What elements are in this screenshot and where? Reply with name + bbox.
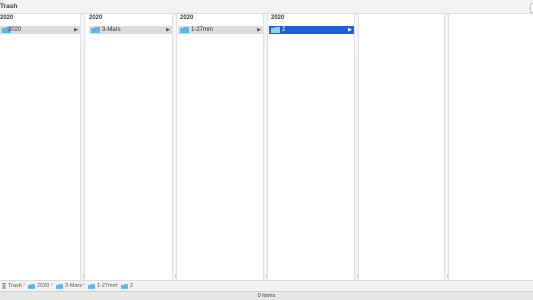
- column-header: 2020: [271, 15, 285, 21]
- folder-icon: [88, 283, 95, 289]
- column-divider[interactable]: ‖: [80, 14, 85, 280]
- path-bar: Trash › 2020 › 3-Mars › 1-27mm › 2: [0, 280, 533, 291]
- breadcrumb-separator-icon: ›: [116, 282, 118, 288]
- trash-icon: [2, 283, 6, 289]
- breadcrumb-label: Trash: [8, 283, 22, 289]
- column-header: 2020: [180, 15, 194, 21]
- list-item-folder[interactable]: 3-Mars ▶: [89, 26, 172, 34]
- folder-icon: [121, 283, 128, 289]
- window-title: Trash: [0, 3, 18, 10]
- column-header: 2020: [89, 15, 103, 21]
- chevron-right-icon: ▶: [348, 27, 352, 33]
- breadcrumb-label: 2: [130, 283, 134, 289]
- breadcrumb-item[interactable]: 2: [121, 283, 133, 289]
- browser-column-4: 2020 2 ▶: [269, 14, 354, 280]
- window-titlebar: Trash: [0, 0, 533, 14]
- column-divider[interactable]: ‖: [172, 14, 177, 280]
- breadcrumb-separator-icon: ›: [51, 282, 53, 288]
- status-bar: 0 items: [0, 291, 533, 300]
- list-item-folder[interactable]: 1-27mm ▶: [178, 26, 263, 34]
- chevron-right-icon: ▶: [257, 27, 261, 33]
- folder-label: 1-27mm: [191, 27, 214, 33]
- browser-column-3: 2020 1-27mm ▶: [178, 14, 263, 280]
- folder-icon: [180, 27, 189, 33]
- browser-column-2: 2020 3-Mars ▶: [86, 14, 172, 280]
- folder-icon: [271, 27, 280, 33]
- browser-column-1: 2020 2020 ▶: [0, 14, 80, 280]
- breadcrumb-item[interactable]: 1-27mm: [88, 283, 117, 289]
- browser-column-6-empty: [450, 14, 533, 280]
- list-item-folder-selected[interactable]: 2 ▶: [269, 26, 354, 34]
- folder-label: 2: [282, 27, 286, 33]
- breadcrumb-item[interactable]: Trash: [2, 283, 22, 289]
- folder-icon: [56, 283, 63, 289]
- list-item-folder[interactable]: 2020 ▶: [0, 26, 80, 34]
- folder-label: 2020: [8, 27, 22, 33]
- folder-label: 3-Mars: [102, 27, 121, 33]
- column-divider[interactable]: ‖: [354, 14, 359, 280]
- breadcrumb-separator-icon: ›: [23, 282, 25, 288]
- folder-icon: [28, 283, 35, 289]
- breadcrumb-item[interactable]: 2020: [28, 283, 49, 289]
- breadcrumb-label: 3-Mars: [65, 283, 83, 289]
- breadcrumb-item[interactable]: 3-Mars: [56, 283, 82, 289]
- browser-column-5-empty: [360, 14, 444, 280]
- column-divider[interactable]: ‖: [263, 14, 268, 280]
- breadcrumb-label: 1-27mm: [97, 283, 118, 289]
- column-divider[interactable]: ‖: [444, 14, 449, 280]
- item-count: 0 items: [257, 293, 276, 299]
- column-header: 2020: [0, 15, 14, 21]
- breadcrumb-label: 2020: [37, 283, 50, 289]
- chevron-right-icon: ▶: [166, 27, 170, 33]
- breadcrumb-separator-icon: ›: [83, 282, 85, 288]
- chevron-right-icon: ▶: [74, 27, 78, 33]
- folder-icon: [91, 27, 100, 33]
